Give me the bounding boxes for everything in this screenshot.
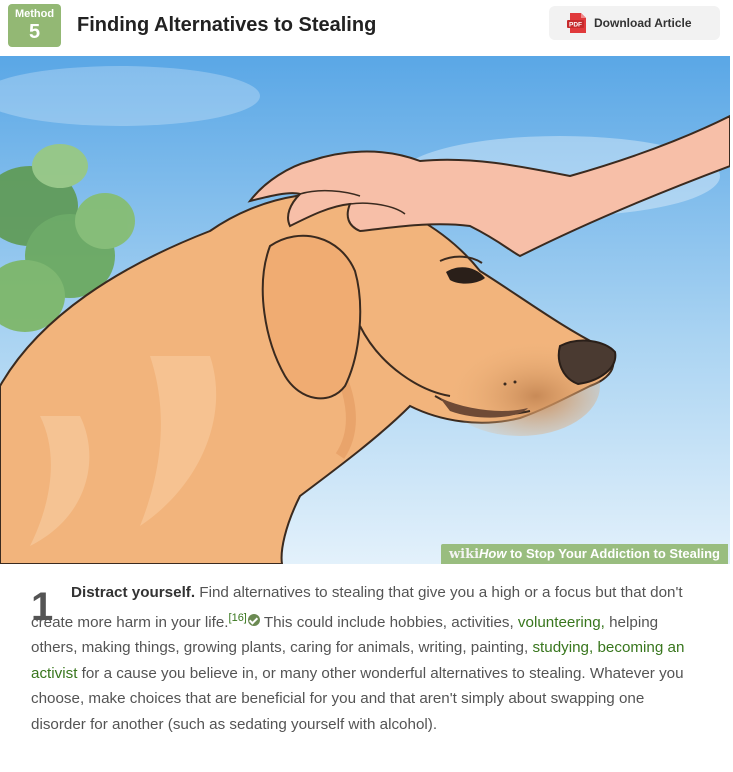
- step-lead: Distract yourself.: [71, 584, 196, 601]
- volunteering-link[interactable]: volunteering,: [518, 614, 605, 631]
- watermark-wiki: wiki: [448, 547, 480, 562]
- method-badge: Method 5: [8, 4, 61, 47]
- reference-link[interactable]: [16]: [229, 612, 247, 624]
- wikihow-watermark: wikiHow to Stop Your Addiction to Steali…: [440, 544, 728, 564]
- step-illustration: wikiHow to Stop Your Addiction to Steali…: [0, 56, 730, 564]
- method-header: Method 5 Finding Alternatives to Stealin…: [0, 0, 733, 56]
- method-title: Finding Alternatives to Stealing: [77, 14, 377, 36]
- step-text: Distract yourself. Find alternatives to …: [31, 580, 691, 737]
- step-1: 1 Distract yourself. Find alternatives t…: [31, 580, 691, 737]
- step-number: 1: [31, 585, 54, 629]
- studying-link[interactable]: studying,: [532, 639, 593, 656]
- step-text-5: for a cause you believe in, or many othe…: [31, 664, 684, 733]
- method-number: 5: [28, 21, 41, 43]
- download-label: Download Article: [594, 16, 692, 30]
- watermark-caption: to Stop Your Addiction to Stealing: [506, 546, 720, 561]
- expert-check-icon[interactable]: [247, 613, 260, 626]
- download-article-button[interactable]: PDF Download Article: [549, 6, 720, 40]
- watermark-how: How: [479, 546, 507, 561]
- pdf-icon-text: PDF: [569, 22, 582, 29]
- method-label: Method: [14, 8, 55, 20]
- pdf-icon: PDF: [566, 12, 588, 34]
- step-text-2: This could include hobbies, activities,: [259, 613, 518, 631]
